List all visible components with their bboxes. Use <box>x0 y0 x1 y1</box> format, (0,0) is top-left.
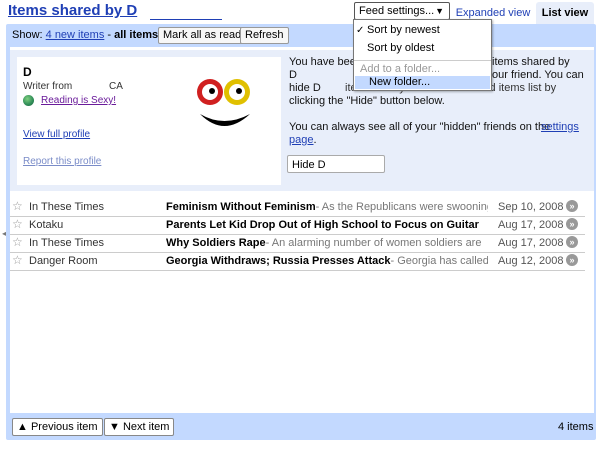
info-line3a: hide D <box>289 82 321 94</box>
info-line1a: You have been <box>289 56 362 68</box>
menu-sort-oldest[interactable]: Sort by oldest <box>367 42 434 54</box>
item-title: Georgia Withdraws; Russia Presses Attack… <box>166 255 488 267</box>
list-item[interactable]: ☆ Danger Room Georgia Withdraws; Russia … <box>10 252 585 271</box>
new-items-link[interactable]: 4 new items <box>46 29 105 41</box>
profile-location: CA <box>109 81 123 92</box>
item-title: Parents Let Kid Drop Out of High School … <box>166 219 479 231</box>
open-item-icon[interactable]: » <box>566 200 578 212</box>
mark-all-read-button[interactable]: Mark all as read <box>158 27 247 44</box>
profile-name: D <box>23 65 32 79</box>
show-label: Show: <box>12 29 43 41</box>
item-title-text: Parents Let Kid Drop Out of High School … <box>166 219 479 231</box>
menu-add-to-folder: Add to a folder... <box>360 63 441 75</box>
menu-sort-newest[interactable]: Sort by newest <box>367 24 440 36</box>
refresh-button[interactable]: Refresh <box>240 27 289 44</box>
info-line5: You can always see all of your "hidden" … <box>289 121 551 133</box>
star-icon[interactable]: ☆ <box>12 217 23 231</box>
item-source: In These Times <box>29 201 104 213</box>
star-icon[interactable]: ☆ <box>12 199 23 213</box>
down-arrow-icon: ▼ <box>109 421 120 433</box>
previous-item-button[interactable]: ▲ Previous item <box>12 418 103 436</box>
feed-settings-button[interactable]: Feed settings... ▼ <box>354 2 450 20</box>
info-line1b: items shared by <box>492 56 570 68</box>
next-item-button[interactable]: ▼ Next item <box>104 418 175 436</box>
tab-list-view[interactable]: List view <box>536 2 594 24</box>
item-title-text: Why Soldiers Rape <box>166 237 266 249</box>
up-arrow-icon: ▲ <box>17 421 28 433</box>
menu-new-folder[interactable]: New folder... <box>369 76 430 88</box>
previous-item-label: Previous item <box>30 421 98 433</box>
report-profile-link[interactable]: Report this profile <box>23 156 101 167</box>
open-item-icon[interactable]: » <box>566 236 578 248</box>
item-title: Why Soldiers Rape- An alarming number of… <box>166 237 481 249</box>
show-separator: - <box>104 29 115 41</box>
item-title-text: Feminism Without Feminism <box>166 201 316 213</box>
item-count: 4 items <box>558 421 594 433</box>
feed-settings-label: Feed settings... <box>359 5 435 17</box>
next-item-label: Next item <box>122 421 170 433</box>
info-line2a: D <box>289 69 297 81</box>
show-filter: Show: 4 new items - all items <box>12 29 158 41</box>
dropdown-arrow-icon: ▼ <box>435 6 444 16</box>
resize-handle-icon[interactable]: ◂ <box>2 229 6 238</box>
item-snippet: - Georgia has called <box>390 255 488 267</box>
item-date: Aug 12, 2008 <box>498 255 564 267</box>
checkmark-icon: ✓ <box>356 25 365 36</box>
list-item[interactable]: ☆ In These Times Feminism Without Femini… <box>10 198 585 217</box>
item-source: Kotaku <box>29 219 64 231</box>
profile-blog-link[interactable]: Reading is Sexy! <box>41 95 116 106</box>
item-source: Danger Room <box>29 255 98 267</box>
feed-settings-menu: ✓ Sort by newest Sort by oldest Add to a… <box>353 19 492 91</box>
item-source: In These Times <box>29 237 104 249</box>
page-title[interactable]: Items shared by D <box>8 2 137 19</box>
settings-link-part2[interactable]: page <box>289 134 313 146</box>
star-icon[interactable]: ☆ <box>12 253 23 267</box>
item-title: Feminism Without Feminism- As the Republ… <box>166 201 488 213</box>
item-date: Aug 17, 2008 <box>498 237 564 249</box>
open-item-icon[interactable]: » <box>566 254 578 266</box>
settings-link-part1[interactable]: settings <box>541 121 579 134</box>
item-date: Sep 10, 2008 <box>498 201 564 213</box>
item-snippet: - As the Republicans were swooning <box>315 201 488 213</box>
menu-separator <box>354 60 491 61</box>
info-line2b: our friend. You can <box>492 69 584 81</box>
view-full-profile-link[interactable]: View full profile <box>23 129 90 140</box>
hide-friend-button[interactable]: Hide D <box>287 155 385 173</box>
info-period: . <box>313 134 317 146</box>
item-snippet: - An alarming number of women soldiers a… <box>265 237 482 249</box>
item-title-text: Georgia Withdraws; Russia Presses Attack <box>166 255 391 267</box>
item-date: Aug 17, 2008 <box>498 219 564 231</box>
title-underline <box>150 19 222 20</box>
list-item[interactable]: ☆ In These Times Why Soldiers Rape- An a… <box>10 234 585 253</box>
star-icon[interactable]: ☆ <box>12 235 23 249</box>
all-items-label: all items <box>114 29 159 41</box>
info-line4: clicking the "Hide" button below. <box>289 95 445 107</box>
profile-avatar-smiley <box>197 79 250 126</box>
open-item-icon[interactable]: » <box>566 218 578 230</box>
list-item[interactable]: ☆ Kotaku Parents Let Kid Drop Out of Hig… <box>10 216 585 235</box>
globe-icon <box>23 95 34 106</box>
profile-writer-from: Writer from <box>23 81 73 92</box>
